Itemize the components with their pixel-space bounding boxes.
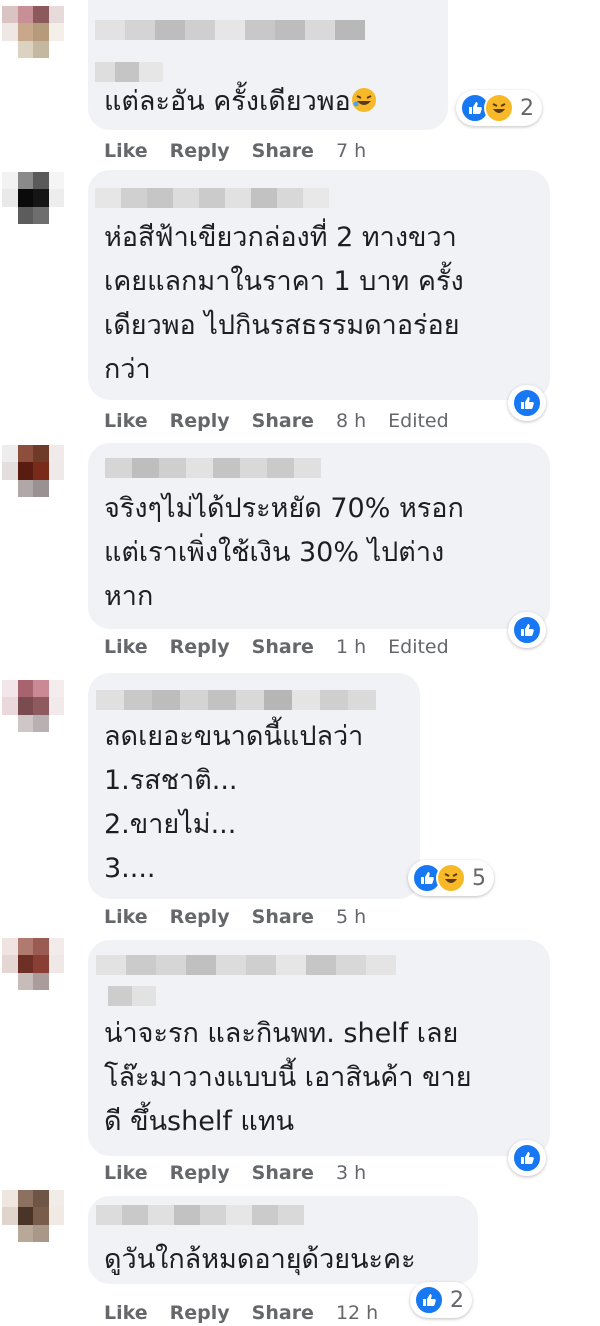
avatar[interactable] bbox=[2, 938, 64, 990]
commenter-name-line2 bbox=[108, 986, 156, 1006]
edited-label[interactable]: Edited bbox=[388, 636, 449, 658]
like-icon bbox=[414, 1285, 444, 1315]
commenter-name-line2 bbox=[95, 62, 163, 82]
avatar[interactable] bbox=[2, 680, 64, 732]
like-icon bbox=[512, 1143, 542, 1173]
like-link[interactable]: Like bbox=[104, 906, 148, 928]
reaction-count: 2 bbox=[520, 95, 534, 121]
reply-link[interactable]: Reply bbox=[170, 410, 230, 432]
timestamp[interactable]: 1 h bbox=[336, 636, 366, 658]
rofl-emoji-icon bbox=[351, 83, 377, 112]
reaction-summary[interactable]: 5 bbox=[408, 860, 494, 896]
haha-icon bbox=[484, 93, 514, 123]
comment-text: น่าจะรก และกินพท. shelf เลย โล๊ะมาวางแบบ… bbox=[104, 1018, 472, 1137]
like-link[interactable]: Like bbox=[104, 1302, 148, 1324]
timestamp[interactable]: 12 h bbox=[336, 1302, 378, 1324]
share-link[interactable]: Share bbox=[252, 140, 314, 162]
comment-actions: Like Reply Share 3 h bbox=[104, 1160, 388, 1186]
like-link[interactable]: Like bbox=[104, 410, 148, 432]
share-link[interactable]: Share bbox=[252, 410, 314, 432]
comment-actions: Like Reply Share 7 h bbox=[104, 138, 388, 164]
avatar[interactable] bbox=[2, 172, 64, 224]
reaction-count: 2 bbox=[450, 1287, 464, 1313]
like-link[interactable]: Like bbox=[104, 636, 148, 658]
avatar[interactable] bbox=[2, 6, 64, 58]
reply-link[interactable]: Reply bbox=[170, 906, 230, 928]
timestamp[interactable]: 3 h bbox=[336, 1162, 366, 1184]
like-link[interactable]: Like bbox=[104, 140, 148, 162]
reaction-summary[interactable] bbox=[508, 385, 546, 421]
reply-link[interactable]: Reply bbox=[170, 1302, 230, 1324]
reaction-summary[interactable]: 2 bbox=[410, 1282, 472, 1318]
reply-link[interactable]: Reply bbox=[170, 1162, 230, 1184]
reaction-summary[interactable]: 2 bbox=[456, 90, 542, 126]
reaction-count: 5 bbox=[472, 865, 486, 891]
timestamp[interactable]: 5 h bbox=[336, 906, 366, 928]
comment-actions: Like Reply Share 1 h Edited bbox=[104, 634, 471, 660]
haha-icon bbox=[436, 863, 466, 893]
timestamp[interactable]: 7 h bbox=[336, 140, 366, 162]
commenter-name[interactable] bbox=[105, 458, 321, 478]
timestamp[interactable]: 8 h bbox=[336, 410, 366, 432]
avatar[interactable] bbox=[2, 445, 64, 497]
commenter-name[interactable] bbox=[95, 188, 329, 208]
comment-text: จริงๆไม่ได้ประหยัด 70% หรอก แต่เราเพิ่งใ… bbox=[104, 493, 464, 612]
like-icon bbox=[512, 388, 542, 418]
comment-actions: Like Reply Share 12 h bbox=[104, 1300, 400, 1326]
share-link[interactable]: Share bbox=[252, 1162, 314, 1184]
reply-link[interactable]: Reply bbox=[170, 140, 230, 162]
share-link[interactable]: Share bbox=[252, 636, 314, 658]
commenter-name[interactable] bbox=[95, 20, 365, 40]
comment-text: ห่อสีฟ้าเขียวกล่องที่ 2 ทางขวา เคยแลกมาใ… bbox=[104, 222, 464, 385]
commenter-name[interactable] bbox=[96, 1205, 304, 1225]
comment-actions: Like Reply Share 8 h Edited bbox=[104, 408, 471, 434]
comment-text: แต่ละอัน ครั้งเดียวพอ bbox=[104, 80, 377, 124]
share-link[interactable]: Share bbox=[252, 1302, 314, 1324]
comment-actions: Like Reply Share 5 h bbox=[104, 904, 388, 930]
share-link[interactable]: Share bbox=[252, 906, 314, 928]
reply-link[interactable]: Reply bbox=[170, 636, 230, 658]
reaction-summary[interactable] bbox=[508, 612, 546, 648]
reaction-summary[interactable] bbox=[508, 1140, 546, 1176]
commenter-name[interactable] bbox=[96, 690, 376, 710]
avatar[interactable] bbox=[2, 1190, 64, 1242]
edited-label[interactable]: Edited bbox=[388, 410, 449, 432]
like-link[interactable]: Like bbox=[104, 1162, 148, 1184]
comment-text: ลดเยอะขนาดนี้แปลว่า 1.รสชาติ... 2.ขายไม่… bbox=[104, 721, 364, 884]
commenter-name[interactable] bbox=[96, 955, 396, 975]
comment-text: ดูวันใกล้หมดอายุด้วยนะคะ bbox=[104, 1244, 416, 1275]
like-icon bbox=[512, 615, 542, 645]
